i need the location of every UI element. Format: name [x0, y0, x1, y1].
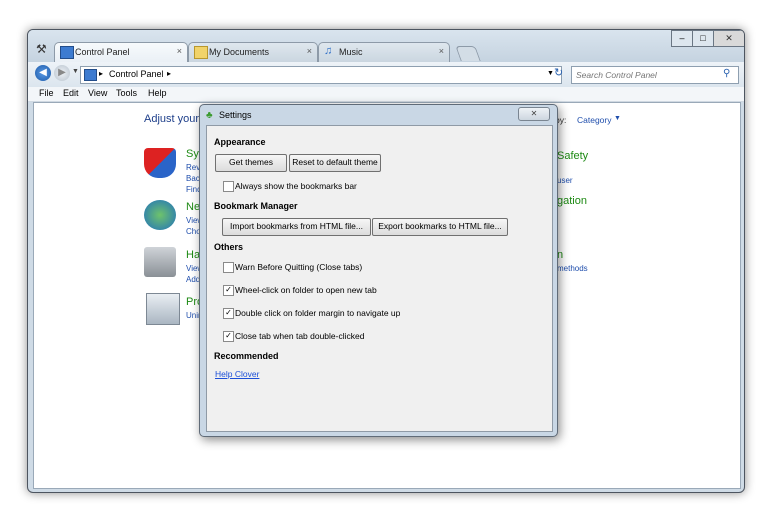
- bookmarks-bar-checkbox[interactable]: [223, 181, 234, 192]
- minimize-button[interactable]: –: [671, 30, 693, 47]
- control-panel-icon: [60, 46, 74, 59]
- category-link[interactable]: user: [557, 176, 573, 185]
- close-icon: ✕: [530, 109, 538, 118]
- close-tab-dblclick-checkbox[interactable]: ✓: [223, 331, 234, 342]
- wrench-icon[interactable]: ⚒: [36, 42, 47, 56]
- menu-edit[interactable]: Edit: [63, 88, 79, 98]
- chevron-down-icon[interactable]: ▼: [72, 68, 79, 75]
- menu-file[interactable]: File: [39, 88, 54, 98]
- address-field[interactable]: ▸ Control Panel ▸ ▼: [80, 66, 562, 84]
- tab-close-icon[interactable]: ×: [177, 46, 182, 56]
- chevron-down-icon[interactable]: ▼: [614, 115, 621, 122]
- reset-theme-button[interactable]: Reset to default theme: [289, 154, 381, 172]
- breadcrumb-arrow-icon: ▸: [167, 69, 172, 78]
- category-title-navigation[interactable]: gation: [557, 195, 587, 207]
- folder-icon: [194, 46, 208, 59]
- menu-bar: File Edit View Tools Help: [28, 87, 744, 102]
- tab-label: My Documents: [209, 47, 270, 57]
- globe-network-icon[interactable]: [144, 200, 176, 230]
- programs-icon[interactable]: [146, 293, 180, 325]
- clover-icon: ♣: [206, 110, 213, 121]
- maximize-button[interactable]: □: [692, 30, 714, 47]
- tab-label: Control Panel: [75, 47, 130, 57]
- warn-quit-label: Warn Before Quitting (Close tabs): [235, 262, 363, 272]
- breadcrumb[interactable]: Control Panel: [109, 69, 164, 79]
- get-themes-button[interactable]: Get themes: [215, 154, 287, 172]
- forward-button[interactable]: ▶: [54, 65, 70, 81]
- close-tab-dblclick-label: Close tab when tab double-clicked: [235, 331, 365, 341]
- tab-close-icon[interactable]: ×: [439, 46, 444, 56]
- bookmarks-bar-label: Always show the bookmarks bar: [235, 181, 357, 191]
- menu-tools[interactable]: Tools: [116, 88, 137, 98]
- section-appearance: Appearance: [214, 137, 266, 147]
- section-bookmark-manager: Bookmark Manager: [214, 201, 298, 211]
- title-bar: ⚒ Control Panel × My Documents × ♫ Music…: [28, 30, 744, 64]
- shield-icon[interactable]: [144, 148, 176, 178]
- control-panel-icon: [84, 69, 97, 81]
- section-others: Others: [214, 242, 244, 252]
- settings-dialog: ♣ Settings ✕ Appearance Get themes Reset…: [199, 104, 558, 437]
- back-button[interactable]: ◀: [35, 65, 51, 81]
- breadcrumb-arrow-icon: ▸: [99, 69, 104, 78]
- double-click-margin-checkbox[interactable]: ✓: [223, 308, 234, 319]
- new-tab-button[interactable]: [455, 46, 481, 61]
- category-title-network[interactable]: Ne: [186, 201, 200, 213]
- printer-icon[interactable]: [144, 247, 176, 277]
- double-click-margin-label: Double click on folder margin to navigat…: [235, 308, 401, 318]
- refresh-icon[interactable]: ↻: [554, 66, 563, 79]
- page-heading: Adjust your: [144, 113, 200, 125]
- dialog-title: Settings: [219, 110, 252, 120]
- menu-view[interactable]: View: [88, 88, 107, 98]
- tab-control-panel[interactable]: Control Panel ×: [54, 42, 188, 64]
- dialog-body: Appearance Get themes Reset to default t…: [206, 125, 553, 432]
- category-title-safety[interactable]: Safety: [557, 150, 588, 162]
- wheel-click-checkbox[interactable]: ✓: [223, 285, 234, 296]
- music-icon: ♫: [324, 45, 333, 57]
- warn-quit-checkbox[interactable]: [223, 262, 234, 273]
- address-bar-row: ◀ ▶ ▼ ▸ Control Panel ▸ ▼ ↻ ⚲: [28, 62, 744, 88]
- tab-my-documents[interactable]: My Documents ×: [188, 42, 318, 63]
- wheel-click-label: Wheel-click on folder to open new tab: [235, 285, 377, 295]
- dialog-close-button[interactable]: ✕: [518, 107, 550, 121]
- search-icon[interactable]: ⚲: [723, 68, 730, 79]
- category-title-hardware[interactable]: Ha: [186, 249, 200, 261]
- help-clover-link[interactable]: Help Clover: [215, 369, 259, 379]
- menu-help[interactable]: Help: [148, 88, 167, 98]
- category-link[interactable]: methods: [557, 264, 588, 273]
- view-by-select[interactable]: Category: [577, 115, 612, 125]
- tab-label: Music: [339, 47, 363, 57]
- section-recommended: Recommended: [214, 351, 279, 361]
- export-bookmarks-button[interactable]: Export bookmarks to HTML file...: [372, 218, 508, 236]
- chevron-down-icon[interactable]: ▼: [547, 70, 554, 77]
- close-button[interactable]: ✕: [713, 30, 744, 47]
- tab-music[interactable]: ♫ Music ×: [318, 42, 450, 63]
- search-box: ⚲: [571, 66, 739, 84]
- import-bookmarks-button[interactable]: Import bookmarks from HTML file...: [222, 218, 371, 236]
- category-link[interactable]: Bac: [186, 174, 200, 183]
- search-input[interactable]: [574, 68, 718, 82]
- tab-close-icon[interactable]: ×: [307, 46, 312, 56]
